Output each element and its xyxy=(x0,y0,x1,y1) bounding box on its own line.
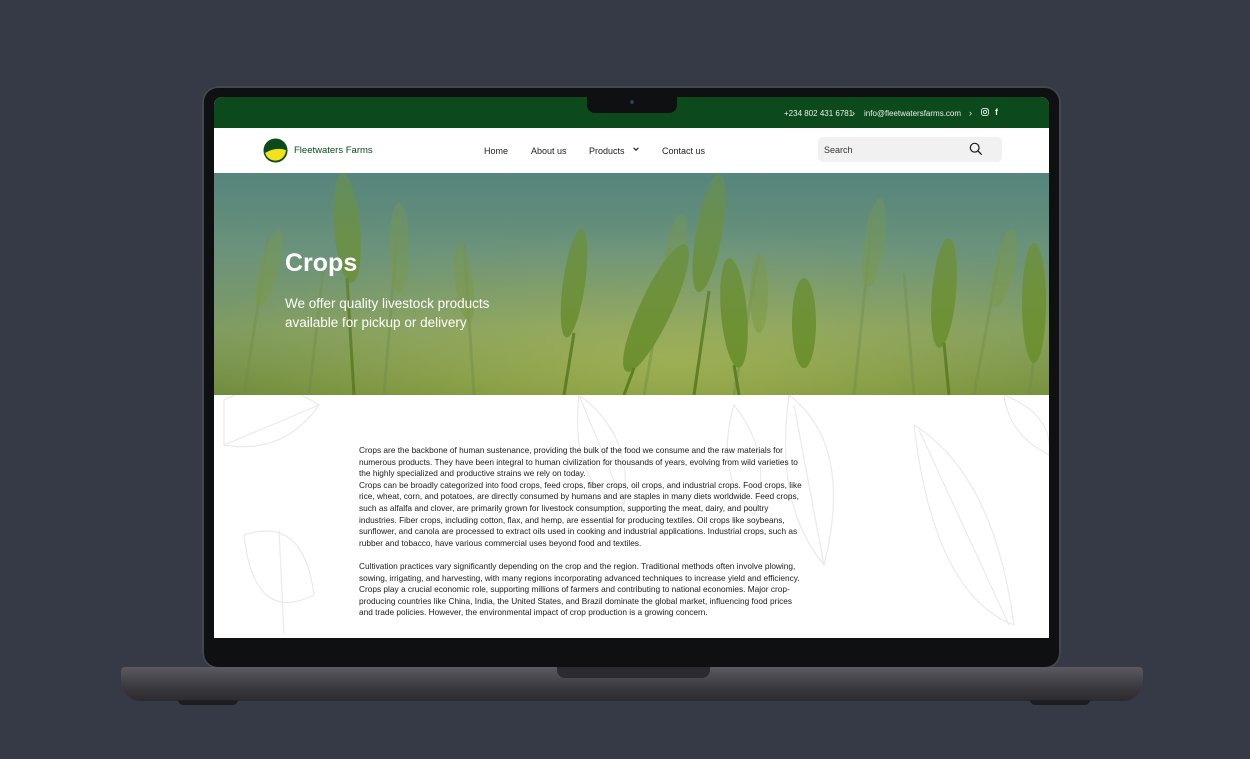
facebook-icon[interactable]: f xyxy=(995,107,998,117)
brand-name[interactable]: Fleetwaters Farms xyxy=(294,145,373,156)
webcam xyxy=(630,100,634,104)
farm-logo-icon[interactable] xyxy=(263,138,288,163)
chevron-down-icon[interactable] xyxy=(632,145,640,153)
nav-products[interactable]: Products xyxy=(589,146,625,156)
instagram-icon[interactable] xyxy=(981,108,989,116)
browser-screen: +234 802 431 6781 › info@fleetwatersfarm… xyxy=(214,97,1049,638)
phone-number[interactable]: +234 802 431 6781 xyxy=(784,109,853,118)
laptop-hinge-notch xyxy=(557,667,710,678)
chevron-right-icon: › xyxy=(852,108,855,118)
paragraph-text: Cultivation practices vary significantly… xyxy=(359,560,800,583)
paragraph-text: Crops can be broadly categorized into fo… xyxy=(359,479,802,548)
content-section: Crops are the backbone of human sustenan… xyxy=(214,395,1049,638)
crops-description: Crops are the backbone of human sustenan… xyxy=(359,445,804,631)
email-address[interactable]: info@fleetwatersfarms.com xyxy=(864,109,961,118)
hero-banner: Crops We offer quality livestock product… xyxy=(214,173,1049,395)
nav-home[interactable]: Home xyxy=(484,146,508,156)
search-icon[interactable] xyxy=(969,142,983,156)
paragraph-text: Crops are the backbone of human sustenan… xyxy=(359,445,798,479)
paragraph-text: Crops play a crucial economic role, supp… xyxy=(359,584,793,618)
wheat-field-image xyxy=(214,173,1049,395)
main-navbar: Fleetwaters Farms Home About us Products… xyxy=(214,128,1049,173)
hero-subtitle: We offer quality livestock products avai… xyxy=(285,296,490,330)
chevron-right-icon: › xyxy=(969,108,972,118)
nav-contact-us[interactable]: Contact us xyxy=(662,146,705,156)
page-title: Crops xyxy=(285,249,358,277)
search-input[interactable] xyxy=(824,143,964,157)
search-box xyxy=(818,137,1002,162)
laptop-foot-right xyxy=(1030,700,1090,705)
laptop-foot-left xyxy=(178,700,238,705)
nav-about-us[interactable]: About us xyxy=(531,146,567,156)
